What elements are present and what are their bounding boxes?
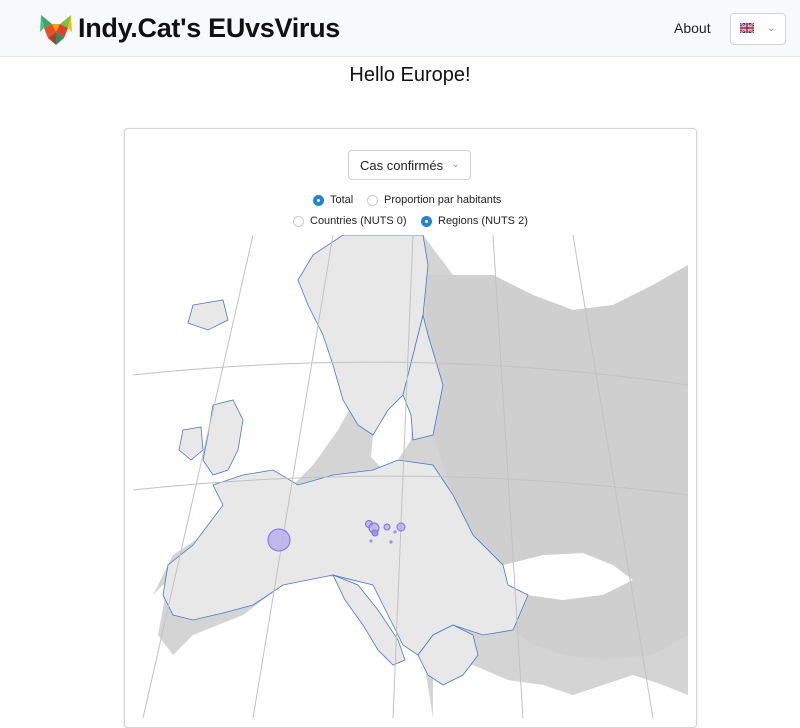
radio-selected-icon bbox=[421, 216, 432, 227]
radio-per-capita-label: Proportion par habitants bbox=[384, 194, 502, 206]
radio-countries-label: Countries (NUTS 0) bbox=[310, 215, 407, 227]
radio-regions-label: Regions (NUTS 2) bbox=[438, 215, 528, 227]
map-svg[interactable] bbox=[133, 235, 688, 718]
top-navbar: Indy.Cat's EUvsVirus About ⌄ bbox=[0, 0, 800, 57]
case-bubble[interactable] bbox=[393, 530, 397, 534]
europe-map[interactable] bbox=[133, 235, 688, 718]
about-link[interactable]: About bbox=[674, 20, 711, 36]
radio-total-label: Total bbox=[330, 194, 354, 206]
language-select[interactable]: ⌄ bbox=[730, 13, 786, 45]
case-bubble[interactable] bbox=[369, 539, 373, 543]
brand-title[interactable]: Indy.Cat's EUvsVirus bbox=[78, 13, 340, 44]
case-bubble[interactable] bbox=[389, 540, 393, 544]
radio-unselected-icon bbox=[293, 216, 304, 227]
radio-unselected-icon bbox=[367, 195, 378, 206]
case-bubble[interactable] bbox=[383, 523, 391, 531]
page-title: Hello Europe! bbox=[349, 64, 471, 86]
uk-flag-icon bbox=[740, 23, 754, 33]
chevron-down-icon: ⌄ bbox=[767, 23, 776, 34]
chevron-down-icon: ⌄ bbox=[452, 159, 460, 169]
case-bubble[interactable] bbox=[267, 528, 291, 552]
case-bubble[interactable] bbox=[371, 529, 379, 537]
radio-selected-icon bbox=[313, 195, 324, 206]
case-bubble[interactable] bbox=[396, 522, 406, 532]
metric-dropdown[interactable]: Cas confirmés ⌄ bbox=[348, 150, 471, 180]
metric-dropdown-value: Cas confirmés bbox=[360, 158, 444, 173]
cat-logo-icon[interactable] bbox=[38, 12, 74, 48]
